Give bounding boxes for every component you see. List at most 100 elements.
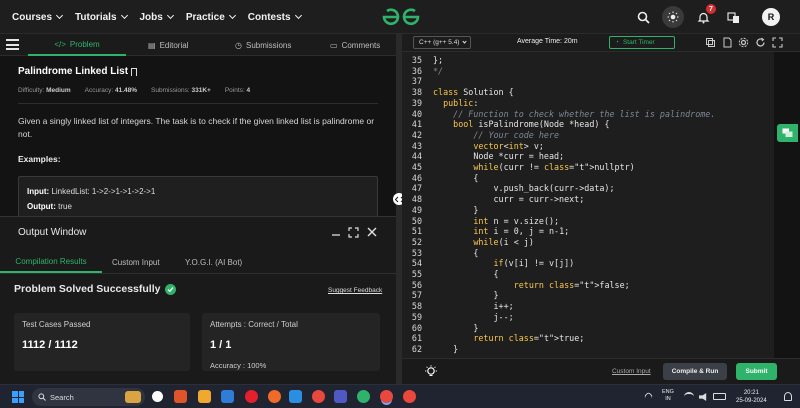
- output-window: Output Window Compilation Results Custom…: [0, 216, 396, 384]
- start-timer-button[interactable]: ◔ Start Timer: [609, 36, 675, 49]
- notification-bell-icon[interactable]: 7: [692, 4, 716, 28]
- tab-comments[interactable]: ▭ Comments: [330, 34, 380, 56]
- code-text: while(i < j): [473, 236, 534, 247]
- wifi-icon[interactable]: [684, 392, 694, 401]
- firefox-icon[interactable]: [268, 390, 281, 403]
- tab-editorial[interactable]: ▤ Editorial: [148, 34, 188, 56]
- windows-start-icon[interactable]: [12, 391, 24, 403]
- line-number: 53: [411, 247, 422, 258]
- editor-toolbar: C++ (g++ 5.4) Average Time: 20m ◔ Start T…: [402, 34, 800, 52]
- search-icon[interactable]: [632, 6, 654, 28]
- line-number: 51: [411, 226, 422, 237]
- chrome-profile-icon[interactable]: [403, 390, 416, 403]
- nav-menu-practice[interactable]: Practice: [186, 12, 236, 23]
- code-text: j--;: [433, 311, 514, 322]
- code-text: {: [433, 269, 499, 279]
- problem-panel: Palindrome Linked List Difficulty: Mediu…: [0, 56, 396, 216]
- task-view-icon[interactable]: [152, 391, 163, 402]
- timer-icon: ◔: [615, 39, 619, 46]
- chrome-profile-icon[interactable]: [380, 390, 393, 403]
- code-text: if(v[i] != v[j]): [493, 258, 575, 269]
- code-icon: </>: [54, 39, 66, 49]
- nav-menu-jobs[interactable]: Jobs: [140, 12, 174, 23]
- test-cases-card: Test Cases Passed 1112 / 1112: [14, 313, 190, 371]
- chevron-down-icon: [462, 39, 468, 44]
- code-text: public:: [443, 97, 479, 108]
- submit-button[interactable]: Submit: [736, 363, 777, 380]
- file-icon[interactable]: [722, 37, 733, 48]
- language-select[interactable]: C++ (g++ 5.4): [413, 36, 471, 49]
- lightbulb-icon[interactable]: [424, 365, 438, 379]
- reset-icon[interactable]: [755, 37, 766, 48]
- problem-description: Given a singly linked list of integers. …: [18, 116, 375, 139]
- bookmark-icon[interactable]: [131, 67, 138, 76]
- notification-bell-icon[interactable]: [784, 392, 792, 401]
- chrome-icon[interactable]: [312, 390, 325, 403]
- suggest-feedback-link[interactable]: Suggest Feedback: [328, 287, 382, 294]
- file-explorer-icon[interactable]: [198, 390, 211, 403]
- nav-menus: Courses Tutorials Jobs Practice Contests: [12, 0, 314, 34]
- problem-tabs: </> Problem ▤ Editorial ◷ Submissions ▭ Comm…: [0, 34, 396, 56]
- teams-icon[interactable]: [334, 390, 347, 403]
- chevron-up-icon[interactable]: [643, 391, 654, 402]
- nav-menu-courses[interactable]: Courses: [12, 12, 64, 23]
- brave-browser-icon[interactable]: [174, 390, 187, 403]
- gear-icon[interactable]: [738, 37, 749, 48]
- edge-browser-icon[interactable]: [221, 390, 234, 403]
- attempts-card: Attempts : Correct / Total 1 / 1 Accurac…: [202, 313, 380, 371]
- translate-icon[interactable]: [722, 6, 744, 28]
- line-number: 49: [411, 204, 422, 215]
- close-icon[interactable]: [366, 226, 378, 238]
- opera-icon[interactable]: [245, 390, 258, 403]
- line-number: 41: [411, 119, 422, 130]
- taskbar-search[interactable]: Search: [32, 388, 145, 406]
- custom-input-link[interactable]: Custom Input: [612, 368, 651, 375]
- chat-icon[interactable]: [777, 124, 798, 142]
- fullscreen-icon[interactable]: [772, 37, 783, 48]
- input-language[interactable]: ENG IN: [662, 389, 674, 403]
- accuracy-value: Accuracy : 100%: [210, 361, 267, 370]
- vscode-icon[interactable]: [289, 390, 302, 403]
- tab-problem[interactable]: </> Problem: [28, 34, 126, 56]
- copy-icon[interactable]: [705, 37, 716, 48]
- code-text: {: [433, 247, 479, 258]
- whatsapp-icon[interactable]: [357, 390, 370, 403]
- code-text: vector<int> v;: [473, 140, 544, 151]
- line-number: 35: [411, 55, 422, 65]
- average-time: Average Time: 20m: [517, 38, 578, 45]
- minimize-icon[interactable]: [330, 226, 342, 238]
- code-text: while(curr != class="t">nullptr): [473, 162, 635, 172]
- accuracy: Accuracy: 41.48%: [84, 87, 138, 94]
- tab-custom-input[interactable]: Custom Input: [112, 251, 160, 273]
- submissions: Submissions: 331K+: [151, 87, 211, 94]
- compile-run-button[interactable]: Compile & Run: [663, 363, 727, 380]
- editor-footer: Custom Input Compile & Run Submit: [402, 358, 800, 384]
- expand-icon[interactable]: [347, 226, 359, 238]
- tab-yogi-ai-bot[interactable]: Y.O.G.I. (AI Bot): [185, 251, 242, 273]
- line-number: 54: [411, 258, 422, 269]
- user-avatar[interactable]: R: [762, 8, 780, 26]
- line-number: 57: [411, 290, 422, 301]
- code-editor[interactable]: 35}; 36 */ 37 38 class Solution {39 public: 40…: [402, 52, 774, 358]
- search-highlight-icon: [125, 391, 141, 403]
- line-number: 59: [411, 311, 422, 322]
- code-text: i++;: [433, 301, 514, 312]
- nav-menu-contests[interactable]: Contests: [248, 12, 302, 23]
- code-text: }: [433, 343, 459, 354]
- tab-compilation-results[interactable]: Compilation Results: [0, 251, 102, 273]
- volume-icon[interactable]: [699, 393, 707, 401]
- battery-icon[interactable]: [713, 393, 726, 400]
- geeksforgeeks-logo[interactable]: [381, 7, 421, 27]
- divider: [18, 103, 378, 104]
- nav-menu-tutorials[interactable]: Tutorials: [75, 12, 128, 23]
- system-clock[interactable]: 20:21 25-09-2024: [736, 389, 767, 405]
- code-text: }: [433, 290, 499, 301]
- hamburger-menu-icon[interactable]: [6, 39, 19, 50]
- line-number: 50: [411, 215, 422, 226]
- line-number: 52: [411, 236, 422, 247]
- line-number: 58: [411, 301, 422, 312]
- nav-right-actions: 7 R: [624, 0, 780, 34]
- tab-submissions[interactable]: ◷ Submissions: [235, 34, 291, 56]
- theme-toggle-sun-icon[interactable]: [662, 6, 684, 28]
- example-box: Input: LinkedList: 1->2->1->1->2->1 Outp…: [18, 176, 378, 216]
